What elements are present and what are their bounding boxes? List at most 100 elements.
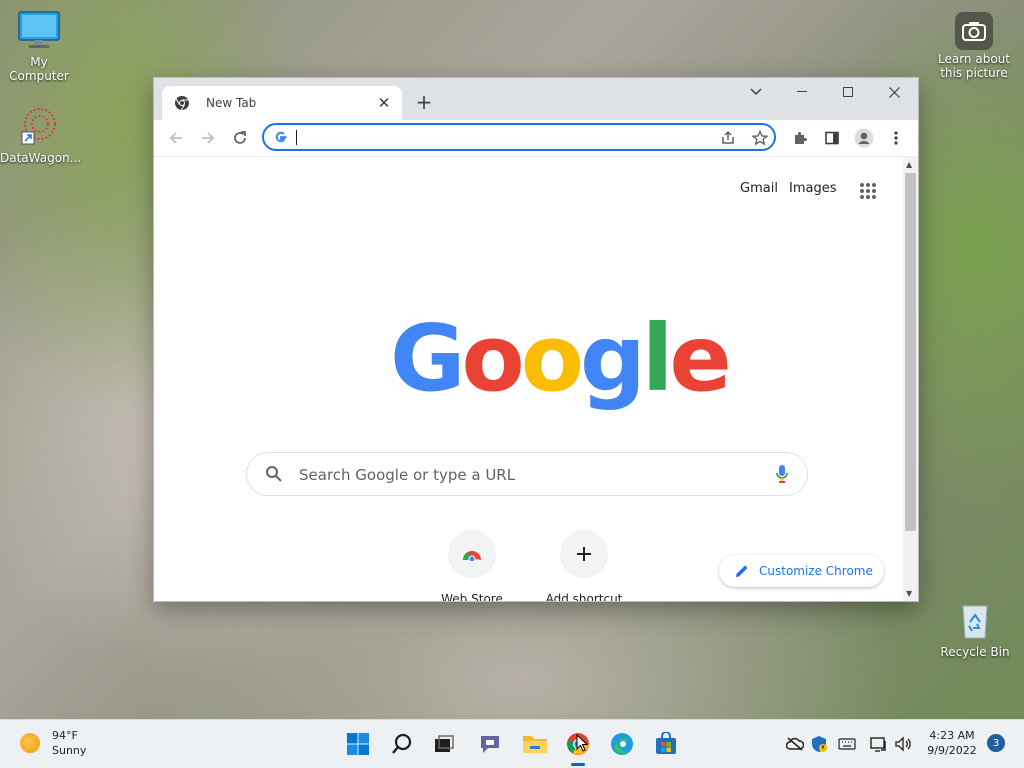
- network-icon[interactable]: [869, 734, 889, 754]
- system-clock[interactable]: 4:23 AM 9/9/2022: [924, 728, 980, 758]
- store-taskbar-button[interactable]: [650, 728, 682, 760]
- scrollbar-thumb[interactable]: [905, 173, 916, 531]
- desktop-icon-my-computer[interactable]: My Computer: [1, 10, 77, 83]
- edge-icon: [611, 733, 633, 755]
- bookmark-star-icon[interactable]: [752, 130, 768, 146]
- forward-button[interactable]: [194, 124, 222, 152]
- clock-time: 4:23 AM: [929, 729, 975, 742]
- scroll-down-arrow-icon[interactable]: ▼: [906, 589, 912, 598]
- desktop-icon-label: My Computer: [9, 55, 69, 83]
- kebab-menu-icon: [894, 131, 898, 145]
- images-link[interactable]: Images: [789, 181, 837, 196]
- shortcut-tile: [448, 530, 496, 578]
- toolbar: [154, 120, 918, 157]
- shortcut-label: Web Store: [441, 592, 503, 601]
- gmail-link[interactable]: Gmail: [740, 181, 778, 196]
- shortcut-tile: [560, 530, 608, 578]
- monitor-icon: [18, 11, 60, 48]
- puzzle-icon: [795, 132, 807, 144]
- onedrive-offline-icon[interactable]: [785, 734, 805, 754]
- shortcut-label: Add shortcut: [545, 592, 623, 601]
- reload-button[interactable]: [226, 124, 254, 152]
- back-button[interactable]: [162, 124, 190, 152]
- running-indicator: [571, 763, 585, 766]
- desktop-icon-label: DataWagon...: [0, 151, 82, 165]
- vertical-scrollbar[interactable]: ▲ ▼: [903, 157, 918, 601]
- search-icon: [392, 733, 412, 754]
- google-g-icon: [275, 131, 287, 143]
- close-icon: [888, 86, 900, 98]
- edge-taskbar-button[interactable]: [606, 728, 638, 760]
- minimize-icon: [797, 91, 807, 92]
- sun-icon: [20, 733, 40, 753]
- chrome-window: New Tab ✕ + Gmail Images Google Search G…: [154, 78, 918, 601]
- text-caret: [296, 130, 297, 145]
- google-apps-icon[interactable]: [858, 181, 878, 201]
- desktop-icon-recycle-bin[interactable]: Recycle Bin: [937, 602, 1013, 659]
- tab-search-button[interactable]: [736, 78, 776, 106]
- plus-icon: [577, 547, 591, 561]
- clock-date: 9/9/2022: [927, 744, 977, 757]
- taskbar: 94°F Sunny 4:23 AM 9/9/2022 3: [0, 719, 1024, 768]
- keyboard-icon[interactable]: [837, 734, 857, 754]
- chrome-taskbar-button[interactable]: [562, 728, 594, 766]
- desktop-icon-datawagon[interactable]: DataWagon...: [0, 106, 82, 165]
- chat-icon: [481, 736, 499, 753]
- shortcut-app-icon: [21, 108, 56, 145]
- ntp-search-box[interactable]: Search Google or type a URL: [246, 452, 808, 496]
- minimize-button[interactable]: [782, 78, 822, 106]
- desktop-icon-learn-about-picture[interactable]: Learn about this picture: [936, 12, 1012, 80]
- search-placeholder: Search Google or type a URL: [299, 466, 516, 484]
- web-store-icon: [463, 551, 481, 561]
- google-logo: Google: [390, 305, 732, 412]
- menu-button[interactable]: [882, 124, 910, 152]
- weather-widget[interactable]: 94°F Sunny: [20, 728, 86, 758]
- tab-close-icon[interactable]: ✕: [374, 93, 394, 113]
- recycle-bin-icon: [962, 605, 988, 639]
- customize-chrome-button[interactable]: Customize Chrome: [719, 555, 884, 587]
- tab-title: New Tab: [206, 96, 257, 110]
- side-panel-button[interactable]: [818, 124, 846, 152]
- maximize-button[interactable]: [828, 78, 868, 106]
- pencil-icon: [736, 565, 748, 577]
- add-shortcut-button[interactable]: Add shortcut: [528, 530, 640, 601]
- chrome-favicon-icon: [175, 96, 189, 111]
- arrow-left-icon: [169, 132, 182, 144]
- chat-button[interactable]: [474, 728, 506, 760]
- search-icon: [266, 466, 282, 482]
- task-view-icon: [435, 735, 454, 752]
- arrow-right-icon: [202, 132, 215, 144]
- new-tab-button[interactable]: +: [412, 90, 436, 114]
- desktop-icon-label: Learn about this picture: [938, 52, 1010, 80]
- microphone-icon[interactable]: [775, 464, 789, 484]
- desktop-icon-label: Recycle Bin: [940, 645, 1010, 659]
- plus-icon: +: [415, 90, 433, 114]
- task-view-button[interactable]: [428, 728, 460, 760]
- address-bar[interactable]: [262, 123, 776, 151]
- search-taskbar-button[interactable]: [386, 728, 418, 760]
- shortcut-web-store[interactable]: Web Store: [416, 530, 528, 601]
- scroll-up-arrow-icon[interactable]: ▲: [906, 160, 912, 169]
- avatar-icon: [854, 128, 874, 148]
- profile-button[interactable]: [850, 124, 878, 152]
- weather-condition: Sunny: [52, 744, 87, 757]
- close-window-button[interactable]: [874, 78, 914, 106]
- tab-new-tab[interactable]: New Tab ✕: [162, 86, 402, 120]
- start-button[interactable]: [342, 728, 374, 760]
- notification-badge[interactable]: 3: [987, 734, 1005, 752]
- reload-icon: [234, 131, 246, 144]
- camera-icon: [955, 12, 993, 50]
- new-tab-page: Gmail Images Google Search Google or typ…: [154, 157, 918, 601]
- file-explorer-button[interactable]: [519, 728, 551, 760]
- customize-chrome-label: Customize Chrome: [759, 564, 873, 578]
- maximize-icon: [843, 87, 853, 97]
- share-icon[interactable]: [720, 130, 736, 146]
- mouse-cursor-icon: [576, 734, 588, 752]
- extensions-button[interactable]: [786, 124, 814, 152]
- side-panel-icon: [825, 131, 839, 145]
- security-shield-icon[interactable]: [809, 734, 829, 754]
- windows-logo-icon: [347, 733, 369, 755]
- weather-temperature: 94°F: [52, 729, 78, 742]
- volume-icon[interactable]: [893, 734, 913, 754]
- tab-strip: New Tab ✕ +: [154, 78, 918, 120]
